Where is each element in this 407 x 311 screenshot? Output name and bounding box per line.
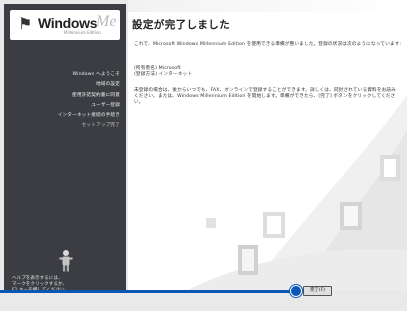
logo-edition: Millennium Edition: [64, 30, 101, 35]
logo-version-mark: Me: [96, 13, 117, 30]
setup-window: ⚑ Windows Me Millennium Edition Windows …: [0, 0, 407, 311]
step-license-agreement: 使用許諾契約書に同意: [72, 92, 120, 98]
step-regional-settings: 地域の設定: [96, 82, 120, 88]
bottom-bar: [0, 290, 407, 311]
windows-me-logo: ⚑ Windows Me Millennium Edition: [10, 10, 120, 40]
page-title: 設定が完了しました: [132, 19, 231, 31]
setup-steps-list: Windows へようこそ 地域の設定 使用許諾契約書に同意 ユーザー登録 イン…: [58, 70, 120, 132]
step-internet-signup: インターネット接続の手続き: [57, 113, 120, 119]
step-welcome: Windows へようこそ: [72, 72, 120, 77]
registration-method-line: (登録方法) インターネット: [134, 72, 193, 77]
callout-pointer-dot: [290, 285, 302, 297]
registration-note: 未登録の場合は、後からいつでも、FAX、オンラインで登録することができます。詳し…: [134, 88, 396, 105]
main-panel: 設定が完了しました これで、Microsoft Windows Millenni…: [128, 0, 407, 290]
callout-pointer-line: [0, 290, 297, 293]
logo-brand: Windows: [38, 15, 98, 31]
registration-info: (所有者名) Microsoft (登録方法) インターネット: [134, 66, 192, 78]
windows-flag-icon: ⚑: [18, 14, 33, 33]
intro-text: これで、Microsoft Windows Millennium Edition…: [134, 42, 402, 47]
sidebar: ⚑ Windows Me Millennium Edition Windows …: [4, 4, 126, 298]
step-user-registration: ユーザー登録: [91, 102, 120, 108]
step-setup-complete: セットアップ完了: [81, 123, 120, 129]
help-mascot-icon[interactable]: [59, 249, 73, 273]
finish-button[interactable]: 完了(F): [303, 286, 332, 296]
